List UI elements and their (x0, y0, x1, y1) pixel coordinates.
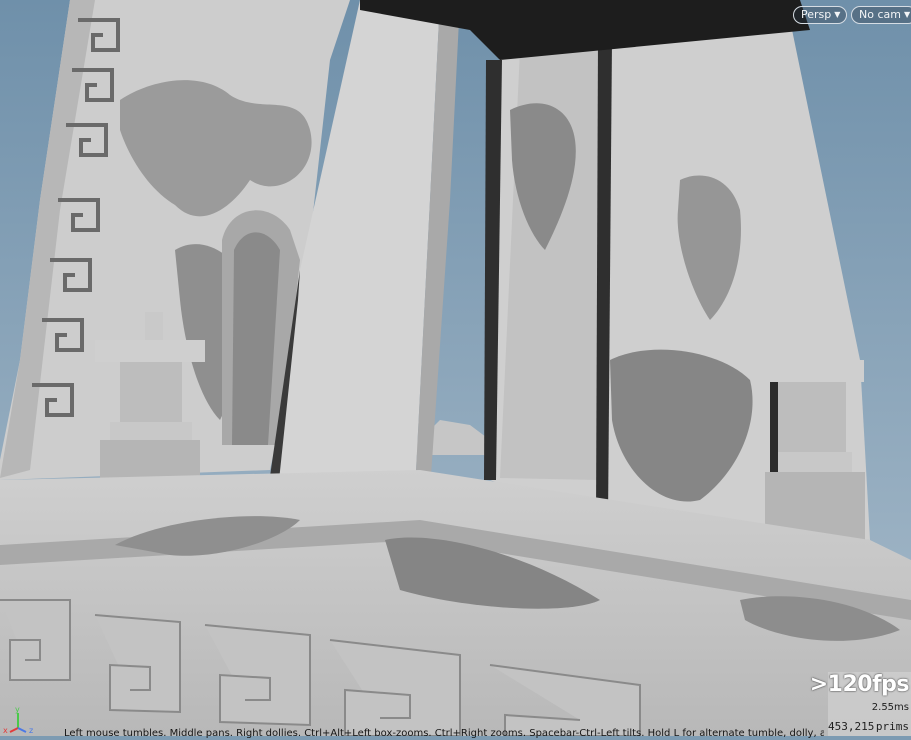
axis-gizmo: y x z (3, 705, 33, 734)
prim-label: prims (875, 720, 909, 733)
axis-x-line (9, 727, 19, 733)
camera-menu-button[interactable]: No cam ▼ (851, 6, 911, 24)
chevron-down-icon: ▼ (903, 10, 911, 19)
status-hint: Left mouse tumbles. Middle pans. Right d… (64, 728, 824, 739)
prim-count: 453,215 (828, 720, 875, 733)
perspective-menu-button[interactable]: Persp ▼ (793, 6, 848, 24)
3d-viewport[interactable]: Persp ▼ No cam ▼ >120fps 2.55ms 453,215 pr… (0, 0, 911, 739)
axis-x-label: x (3, 726, 8, 734)
chevron-down-icon: ▼ (834, 10, 841, 19)
performance-hud: >120fps 2.55ms 453,215 prims (810, 672, 911, 736)
camera-label: No cam (859, 8, 901, 21)
axis-y-label: y (15, 705, 20, 714)
scene-render[interactable] (0, 0, 911, 736)
frame-time-readout: 2.55ms (871, 702, 909, 713)
axis-z-label: z (29, 726, 33, 734)
axis-z-line (17, 727, 27, 733)
fps-readout: >120fps (809, 672, 910, 697)
perspective-label: Persp (801, 8, 832, 21)
